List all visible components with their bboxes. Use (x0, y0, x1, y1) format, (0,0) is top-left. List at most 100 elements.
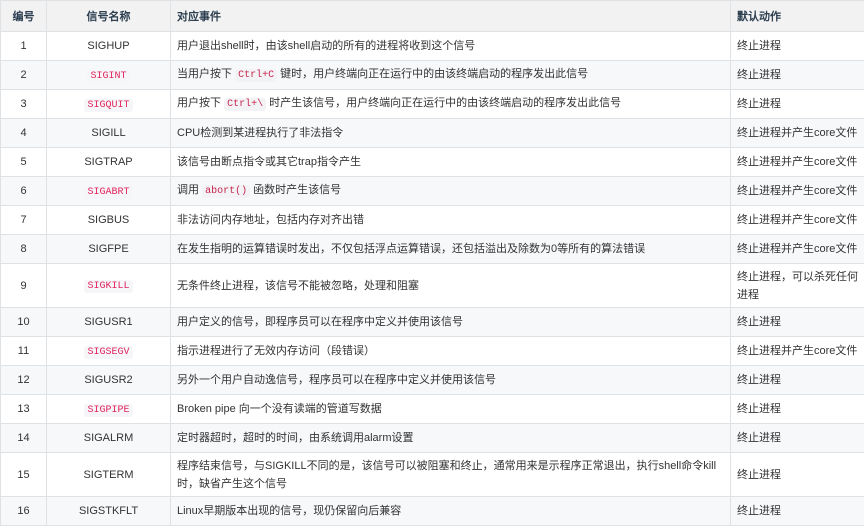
signal-event: CPU检测到某进程执行了非法指令 (170, 118, 731, 148)
table-row: 9 SIGKILL 无条件终止进程，该信号不能被忽略，处理和阻塞 终止进程，可以杀死任… (0, 263, 864, 308)
table-row: 12 SIGUSR2 另外一个用户自动逸信号，程序员可以在程序中定义并使用该信号 终止… (0, 365, 864, 395)
signal-number: 2 (0, 60, 47, 90)
event-code: Ctrl+C (235, 69, 278, 82)
event-code: Ctrl+\ (224, 98, 267, 111)
signal-name: SIGTRAP (84, 156, 133, 168)
signal-number: 8 (0, 234, 47, 264)
signal-name: SIGTERM (83, 468, 134, 481)
event-text: 时产生该信号，用户终端向正在运行中的由该终端启动的程序发出此信号 (266, 97, 622, 109)
signal-default-action: 终止进程并产生core文件 (730, 336, 864, 366)
table-body: 1 SIGHUP 用户退出shell时，由该shell启动的所有的进程将收到这个信号… (0, 31, 864, 526)
signal-name-cell: SIGSEGV (46, 336, 171, 366)
signal-event: 在发生指明的运算错误时发出，不仅包括浮点运算错误，还包括溢出及除数为0等所有的算… (170, 234, 731, 264)
signal-name: SIGPIPE (84, 403, 133, 417)
signal-name: SIGQUIT (84, 98, 133, 112)
signal-name-cell: SIGUSR1 (46, 307, 171, 337)
signal-event: 指示进程进行了无效内存访问（段错误） (170, 336, 731, 366)
table-row: 3 SIGQUIT 用户按下 Ctrl+\ 时产生该信号，用户终端向正在运行中的由该… (0, 89, 864, 119)
signal-number: 15 (0, 452, 47, 497)
signal-event: Broken pipe 向一个没有读端的管道写数据 (170, 394, 731, 424)
signal-name-cell: SIGTERM (46, 452, 171, 497)
event-text: 在发生指明的运算错误时发出，不仅包括浮点运算错误，还包括溢出及除数为0等所有的算… (177, 243, 646, 255)
table-row: 5 SIGTRAP 该信号由断点指令或其它trap指令产生 终止进程并产生core文件 (0, 147, 864, 177)
table-row: 8 SIGFPE 在发生指明的运算错误时发出，不仅包括浮点运算错误，还包括溢出及除数… (0, 234, 864, 264)
signal-default-action: 终止进程 (730, 60, 864, 90)
signal-name-cell: SIGBUS (46, 205, 171, 235)
signal-name: SIGSTKFLT (78, 505, 139, 517)
signal-name: SIGALRM (83, 432, 134, 444)
event-text: Linux早期版本出现的信号，现仍保留向后兼容 (177, 505, 402, 517)
signal-name-cell: SIGPIPE (46, 394, 171, 424)
header-number: 编号 (0, 0, 47, 32)
signal-number: 14 (0, 423, 47, 453)
event-text: 键时，用户终端向正在运行中的由该终端启动的程序发出此信号 (277, 68, 589, 80)
signal-default-action: 终止进程 (730, 423, 864, 453)
table-row: 11 SIGSEGV 指示进程进行了无效内存访问（段错误） 终止进程并产生core文件 (0, 336, 864, 366)
signal-name: SIGUSR2 (84, 374, 133, 386)
signal-default-action: 终止进程 (730, 89, 864, 119)
signal-number: 7 (0, 205, 47, 235)
event-text: 非法访问内存地址，包括内存对齐出错 (177, 214, 364, 226)
signal-number: 5 (0, 147, 47, 177)
signal-default-action: 终止进程并产生core文件 (730, 205, 864, 235)
event-text: 调用 (177, 184, 203, 196)
event-text: 另外一个用户自动逸信号，程序员可以在程序中定义并使用该信号 (177, 374, 496, 386)
signal-name-cell: SIGTRAP (46, 147, 171, 177)
signal-default-action: 终止进程并产生core文件 (730, 176, 864, 206)
table-row: 1 SIGHUP 用户退出shell时，由该shell启动的所有的进程将收到这个信号… (0, 31, 864, 61)
signal-number: 1 (0, 31, 47, 61)
signal-default-action: 终止进程并产生core文件 (730, 118, 864, 148)
signal-event: 当用户按下 Ctrl+C 键时，用户终端向正在运行中的由该终端启动的程序发出此信… (170, 60, 731, 90)
signal-event: 定时器超时，超时的时间，由系统调用alarm设置 (170, 423, 731, 453)
signal-event: 另外一个用户自动逸信号，程序员可以在程序中定义并使用该信号 (170, 365, 731, 395)
signal-number: 10 (0, 307, 47, 337)
event-text: Broken pipe 向一个没有读端的管道写数据 (177, 403, 382, 415)
signal-number: 16 (0, 496, 47, 526)
signal-number: 11 (0, 336, 47, 366)
table-row: 16 SIGSTKFLT Linux早期版本出现的信号，现仍保留向后兼容 终止进程 (0, 496, 864, 526)
signal-event: 无条件终止进程，该信号不能被忽略，处理和阻塞 (170, 263, 731, 308)
signal-name-cell: SIGHUP (46, 31, 171, 61)
signal-event: 非法访问内存地址，包括内存对齐出错 (170, 205, 731, 235)
signal-table: 编号 信号名称 对应事件 默认动作 1 SIGHUP 用户退出shell时，由该sh… (0, 0, 864, 526)
signal-event: 用户按下 Ctrl+\ 时产生该信号，用户终端向正在运行中的由该终端启动的程序发… (170, 89, 731, 119)
event-text: 当用户按下 (177, 68, 236, 80)
event-text: 程序结束信号，与SIGKILL不同的是，该信号可以被阻塞和终止，通常用来是示程序… (177, 459, 717, 490)
signal-event: 调用 abort() 函数时产生该信号 (170, 176, 731, 206)
signal-default-action: 终止进程 (730, 307, 864, 337)
signal-name: SIGBUS (87, 214, 130, 226)
signal-number: 4 (0, 118, 47, 148)
table-row: 15 SIGTERM 程序结束信号，与SIGKILL不同的是，该信号可以被阻塞和终止… (0, 452, 864, 497)
signal-default-action: 终止进程 (730, 394, 864, 424)
event-text: 定时器超时，超时的时间，由系统调用alarm设置 (177, 432, 414, 444)
signal-number: 3 (0, 89, 47, 119)
signal-default-action: 终止进程 (730, 452, 864, 497)
signal-name-cell: SIGSTKFLT (46, 496, 171, 526)
event-code: abort() (202, 185, 251, 198)
header-event: 对应事件 (170, 0, 731, 32)
table-row: 7 SIGBUS 非法访问内存地址，包括内存对齐出错 终止进程并产生core文件 (0, 205, 864, 235)
signal-event: 该信号由断点指令或其它trap指令产生 (170, 147, 731, 177)
event-text: 无条件终止进程，该信号不能被忽略，处理和阻塞 (177, 279, 419, 292)
signal-name: SIGFPE (88, 243, 129, 255)
signal-name: SIGINT (87, 69, 130, 83)
signal-name-cell: SIGFPE (46, 234, 171, 264)
table-row: 4 SIGILL CPU检测到某进程执行了非法指令 终止进程并产生core文件 (0, 118, 864, 148)
signal-name-cell: SIGALRM (46, 423, 171, 453)
signal-event: 用户退出shell时，由该shell启动的所有的进程将收到这个信号 (170, 31, 731, 61)
table-row: 2 SIGINT 当用户按下 Ctrl+C 键时，用户终端向正在运行中的由该终端启动… (0, 60, 864, 90)
signal-event: 程序结束信号，与SIGKILL不同的是，该信号可以被阻塞和终止，通常用来是示程序… (170, 452, 731, 497)
signal-name-cell: SIGQUIT (46, 89, 171, 119)
signal-name: SIGILL (91, 127, 126, 139)
signal-number: 6 (0, 176, 47, 206)
table-row: 6 SIGABRT 调用 abort() 函数时产生该信号 终止进程并产生core文件 (0, 176, 864, 206)
event-text: 用户按下 (177, 97, 225, 109)
signal-name: SIGABRT (84, 185, 133, 199)
signal-name: SIGUSR1 (84, 316, 133, 328)
table-header-row: 编号 信号名称 对应事件 默认动作 (0, 0, 864, 32)
table-row: 14 SIGALRM 定时器超时，超时的时间，由系统调用alarm设置 终止进程 (0, 423, 864, 453)
event-text: 该信号由断点指令或其它trap指令产生 (177, 156, 361, 168)
signal-name: SIGHUP (87, 40, 130, 52)
event-text: 函数时产生该信号 (250, 184, 342, 196)
signal-default-action: 终止进程 (730, 365, 864, 395)
